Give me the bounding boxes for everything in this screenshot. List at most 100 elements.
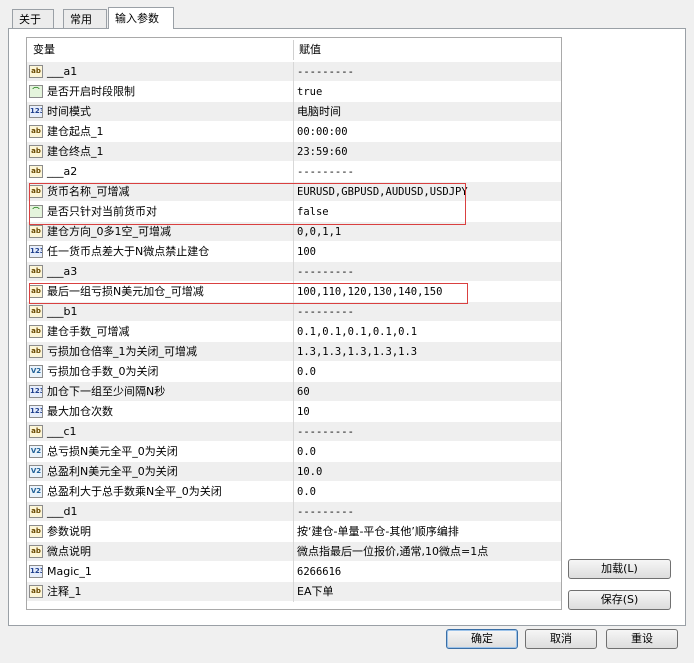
text-type-icon: ab [29, 585, 43, 598]
parameter-value[interactable]: 6266616 [297, 562, 341, 582]
text-type-icon: ab [29, 125, 43, 138]
parameter-value[interactable]: 10.0 [297, 462, 322, 482]
text-type-icon: ab [29, 265, 43, 278]
parameter-row[interactable]: ab 亏损加仓倍率_1为关闭_可增减 1.3,1.3,1.3,1.3,1.3 [27, 342, 561, 362]
parameter-name: 任一货币点差大于N微点禁止建仓 [47, 245, 210, 258]
parameter-row[interactable]: ⌒ 是否开启时段限制 true [27, 82, 561, 102]
cell-divider [293, 342, 294, 362]
parameter-value[interactable]: --------- [297, 302, 354, 322]
parameter-row[interactable]: ab 建仓终点_1 23:59:60 [27, 142, 561, 162]
ok-button[interactable]: 确定 [446, 629, 518, 649]
parameter-row[interactable]: ab ___d1 --------- [27, 502, 561, 522]
parameter-row[interactable]: ab 参数说明 按‘建仓-单量-平仓-其他’顺序编排 [27, 522, 561, 542]
parameter-value[interactable]: true [297, 82, 322, 102]
parameter-value[interactable]: 0.0 [297, 362, 316, 382]
parameter-value[interactable]: 60 [297, 382, 310, 402]
parameter-row[interactable]: ab 建仓起点_1 00:00:00 [27, 122, 561, 142]
cell-divider [293, 522, 294, 542]
integer-type-icon: 123 [29, 245, 43, 258]
parameter-row[interactable]: 123 任一货币点差大于N微点禁止建仓 100 [27, 242, 561, 262]
column-header-variable[interactable]: 变量 [27, 38, 55, 62]
tab-about[interactable]: 关于 [12, 9, 54, 28]
cell-divider [293, 422, 294, 442]
text-type-icon: ab [29, 545, 43, 558]
parameter-row[interactable]: ab 微点说明 微点指最后一位报价,通常,10微点=1点 [27, 542, 561, 562]
parameter-value[interactable]: false [297, 202, 329, 222]
parameter-value[interactable]: EA下单 [297, 582, 333, 602]
text-type-icon: ab [29, 345, 43, 358]
load-button[interactable]: 加载(L) [568, 559, 671, 579]
cell-divider [293, 482, 294, 502]
parameter-row[interactable]: ab 注释_1 EA下单 [27, 582, 561, 602]
parameter-value[interactable]: 电脑时间 [297, 102, 341, 122]
tab-input-parameters[interactable]: 输入参数 [108, 7, 174, 29]
parameter-row[interactable]: ab ___c1 --------- [27, 422, 561, 442]
parameter-value[interactable]: --------- [297, 262, 354, 282]
parameter-value[interactable]: 100,110,120,130,140,150 [297, 282, 442, 302]
parameter-value[interactable]: 0.1,0.1,0.1,0.1,0.1 [297, 322, 417, 342]
parameter-name: 参数说明 [47, 525, 91, 538]
integer-type-icon: 123 [29, 405, 43, 418]
parameter-row[interactable]: V2 总盈利大于总手数乘N全平_0为关闭 0.0 [27, 482, 561, 502]
parameter-value[interactable]: EURUSD,GBPUSD,AUDUSD,USDJPY [297, 182, 468, 202]
save-button[interactable]: 保存(S) [568, 590, 671, 610]
parameter-row[interactable]: ab ___a2 --------- [27, 162, 561, 182]
parameter-value[interactable]: 0,0,1,1 [297, 222, 341, 242]
parameter-value[interactable]: --------- [297, 422, 354, 442]
parameter-row[interactable]: ab ___b1 --------- [27, 302, 561, 322]
parameter-value[interactable]: 1.3,1.3,1.3,1.3,1.3 [297, 342, 417, 362]
parameter-value[interactable]: 100 [297, 242, 316, 262]
cell-divider [293, 102, 294, 122]
parameter-value[interactable]: --------- [297, 62, 354, 82]
column-header-value[interactable]: 赋值 [293, 38, 321, 62]
parameter-name: 注释_1 [47, 585, 82, 598]
cancel-button[interactable]: 取消 [525, 629, 597, 649]
cell-divider [293, 82, 294, 102]
parameter-value[interactable]: 0.0 [297, 442, 316, 462]
parameter-value[interactable]: 按‘建仓-单量-平仓-其他’顺序编排 [297, 522, 459, 542]
parameter-row[interactable]: V2 总亏损N美元全平_0为关闭 0.0 [27, 442, 561, 462]
parameter-row[interactable]: 123 最大加仓次数 10 [27, 402, 561, 422]
parameter-row[interactable]: ab 建仓手数_可增减 0.1,0.1,0.1,0.1,0.1 [27, 322, 561, 342]
cell-divider [293, 282, 294, 302]
text-type-icon: ab [29, 165, 43, 178]
parameter-name: ___b1 [47, 305, 78, 318]
cell-divider [293, 142, 294, 162]
parameter-row[interactable]: ab ___a1 --------- [27, 62, 561, 82]
parameter-row[interactable]: 123 Magic_1 6266616 [27, 562, 561, 582]
cell-divider [293, 182, 294, 202]
text-type-icon: ab [29, 185, 43, 198]
parameter-row[interactable]: 123 加仓下一组至少间隔N秒 60 [27, 382, 561, 402]
parameter-value[interactable]: 0.0 [297, 482, 316, 502]
double-type-icon: V2 [29, 445, 43, 458]
parameter-value[interactable]: 23:59:60 [297, 142, 348, 162]
text-type-icon: ab [29, 325, 43, 338]
parameter-row[interactable]: ab 建仓方向_0多1空_可增减 0,0,1,1 [27, 222, 561, 242]
cell-divider [293, 302, 294, 322]
parameter-value[interactable]: 10 [297, 402, 310, 422]
text-type-icon: ab [29, 505, 43, 518]
parameter-row[interactable]: ab 最后一组亏损N美元加仓_可增减 100,110,120,130,140,150 [27, 282, 561, 302]
cell-divider [293, 542, 294, 562]
parameter-value[interactable]: 微点指最后一位报价,通常,10微点=1点 [297, 542, 488, 562]
cell-divider [293, 222, 294, 242]
parameter-row[interactable]: V2 亏损加仓手数_0为关闭 0.0 [27, 362, 561, 382]
tab-common[interactable]: 常用 [63, 9, 107, 28]
parameter-row[interactable]: ⌒ 是否只针对当前货币对 false [27, 202, 561, 222]
parameter-value[interactable]: --------- [297, 162, 354, 182]
cell-divider [293, 502, 294, 522]
parameter-name: 亏损加仓倍率_1为关闭_可增减 [47, 345, 197, 358]
parameter-row[interactable]: ab 货币名称_可增减 EURUSD,GBPUSD,AUDUSD,USDJPY [27, 182, 561, 202]
text-type-icon: ab [29, 525, 43, 538]
parameter-value[interactable]: 00:00:00 [297, 122, 348, 142]
reset-button[interactable]: 重设 [606, 629, 678, 649]
cell-divider [293, 362, 294, 382]
parameter-row[interactable]: 123 时间模式 电脑时间 [27, 102, 561, 122]
parameter-row[interactable]: ab ___a3 --------- [27, 262, 561, 282]
parameter-name: 微点说明 [47, 545, 91, 558]
parameter-value[interactable]: --------- [297, 502, 354, 522]
parameter-name: 货币名称_可增减 [47, 185, 130, 198]
parameter-row[interactable]: V2 总盈利N美元全平_0为关闭 10.0 [27, 462, 561, 482]
text-type-icon: ab [29, 425, 43, 438]
cell-divider [293, 262, 294, 282]
